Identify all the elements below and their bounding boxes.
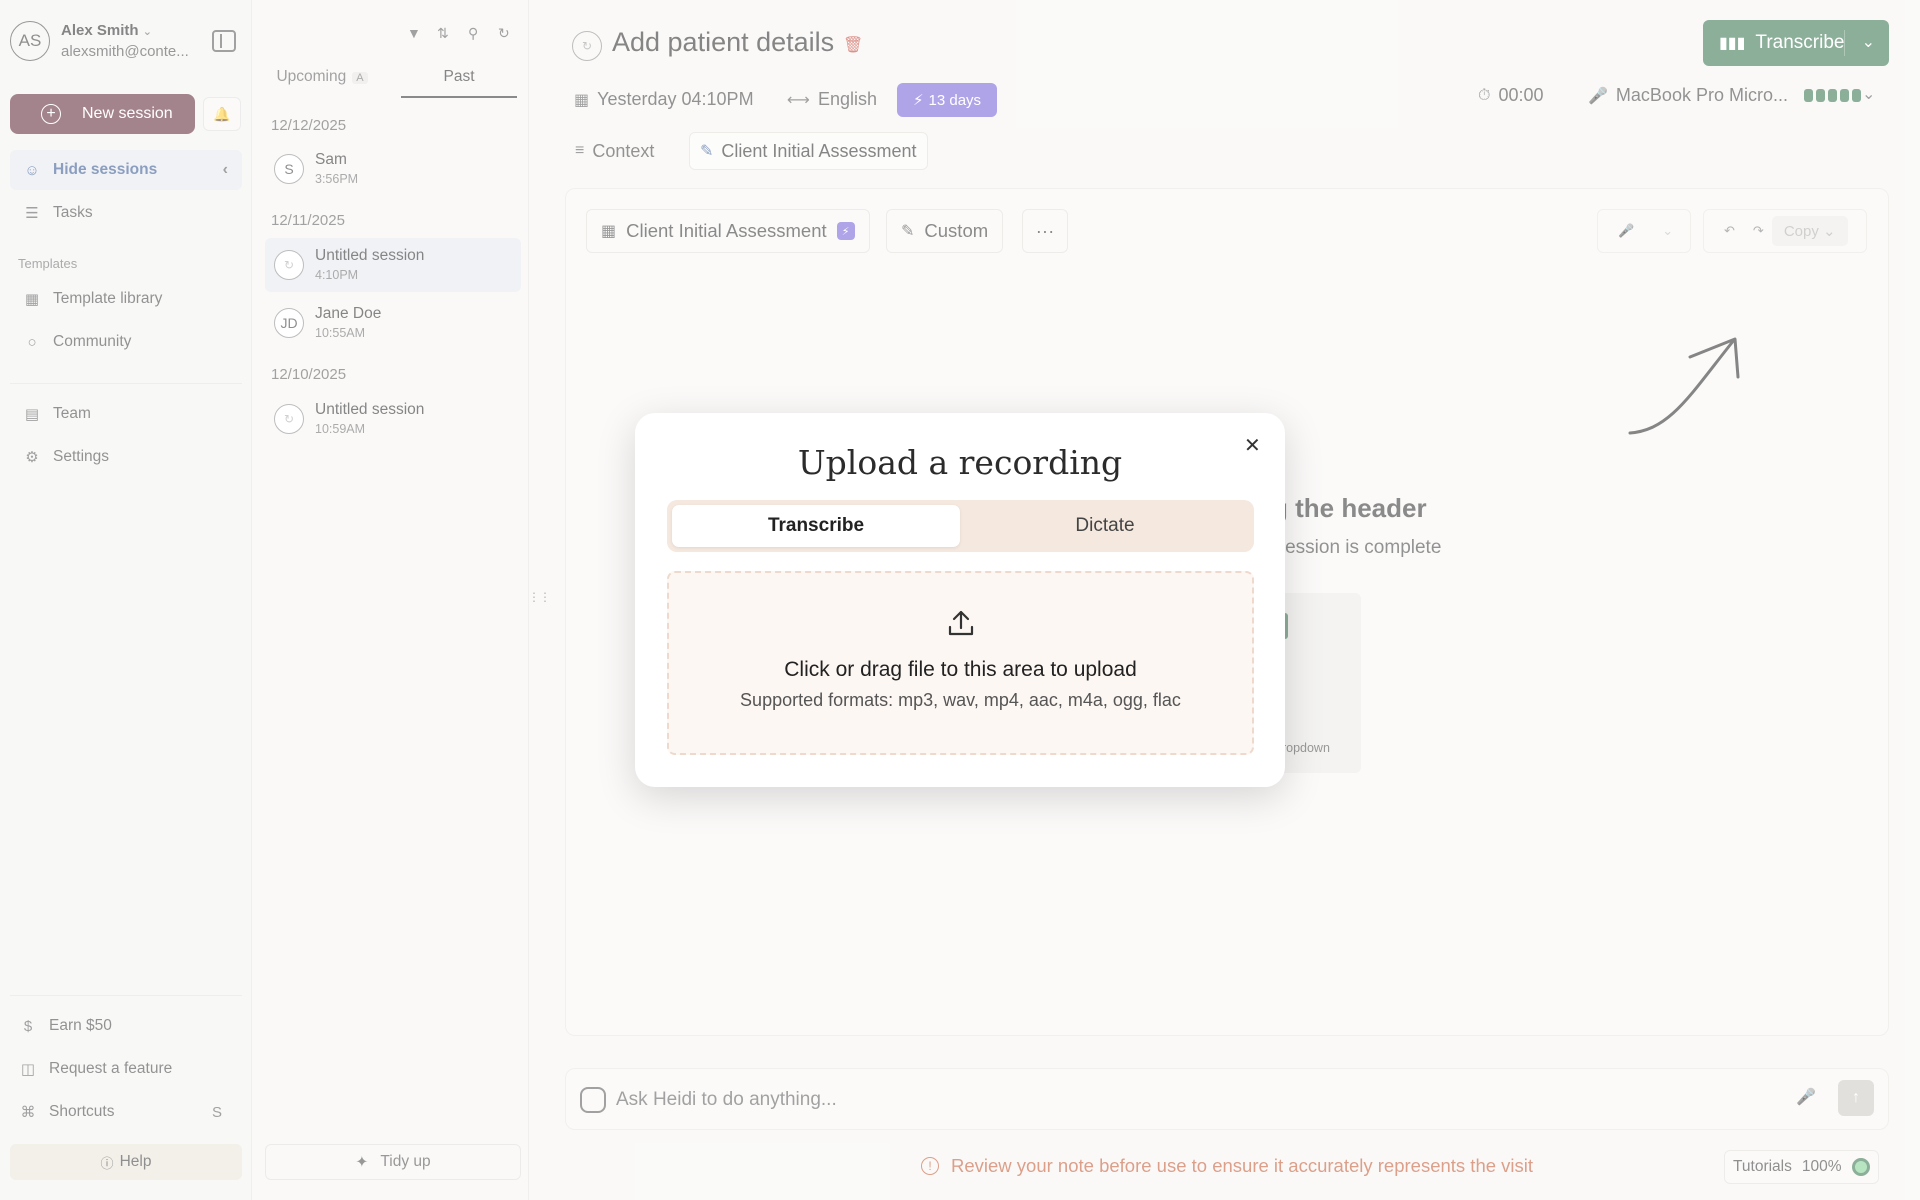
upload-icon bbox=[669, 608, 1252, 643]
close-icon[interactable]: ✕ bbox=[1244, 433, 1261, 458]
tab-transcribe[interactable]: Transcribe bbox=[672, 505, 960, 547]
tab-dictate[interactable]: Dictate bbox=[961, 505, 1249, 547]
file-drop-zone[interactable]: Click or drag file to this area to uploa… bbox=[667, 571, 1254, 755]
drop-zone-label: Click or drag file to this area to uploa… bbox=[784, 658, 1137, 681]
upload-recording-dialog: Upload a recording ✕ Transcribe Dictate … bbox=[635, 413, 1285, 787]
mode-toggle: Transcribe Dictate bbox=[667, 500, 1254, 552]
supported-formats: Supported formats: mp3, wav, mp4, aac, m… bbox=[740, 690, 1181, 710]
dialog-title: Upload a recording bbox=[797, 443, 1123, 482]
